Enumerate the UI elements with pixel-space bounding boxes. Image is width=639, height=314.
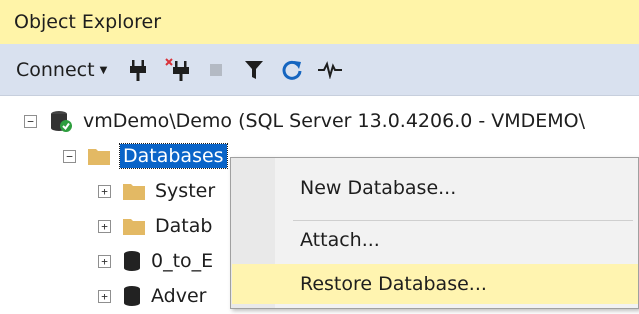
menu-item-restore-database[interactable]: Restore Database...	[232, 264, 638, 304]
menu-item-attach[interactable]: Attach...	[276, 220, 638, 260]
filter-icon[interactable]	[239, 55, 269, 85]
tree-node-server[interactable]: − vmDemo\Demo (SQL Server 13.0.4206.0 - …	[24, 103, 585, 139]
panel-title: Object Explorer	[14, 11, 162, 33]
object-explorer-toolbar: Connect ▼	[0, 44, 639, 96]
tree-node-label: Adver	[151, 285, 207, 307]
tree-node-label: 0_to_E	[151, 250, 214, 272]
tree-node-child[interactable]: + Datab	[98, 208, 212, 244]
tree-node-label: Syster	[155, 180, 216, 202]
tree-node-label: Datab	[155, 215, 213, 237]
expand-toggle[interactable]: +	[98, 219, 111, 233]
collapse-toggle[interactable]: −	[24, 114, 37, 128]
expand-toggle[interactable]: +	[98, 184, 111, 198]
refresh-icon[interactable]	[277, 55, 307, 85]
chevron-down-icon: ▼	[99, 65, 108, 76]
databases-context-menu: New Database... Attach... Restore Databa…	[230, 157, 639, 309]
expand-toggle[interactable]: +	[98, 254, 111, 268]
object-explorer-titlebar: Object Explorer	[0, 0, 639, 44]
tree-node-child[interactable]: + 0_to_E	[98, 243, 213, 279]
folder-icon	[123, 217, 145, 235]
connect-label: Connect	[16, 58, 95, 81]
menu-item-new-database[interactable]: New Database...	[276, 168, 638, 208]
server-icon	[49, 109, 73, 133]
server-node-label: vmDemo\Demo (SQL Server 13.0.4206.0 - VM…	[83, 110, 586, 132]
tree-node-databases[interactable]: − Databases	[63, 138, 228, 174]
database-icon	[123, 250, 141, 272]
connect-dropdown-button[interactable]: Connect ▼	[16, 59, 107, 81]
connect-plug-icon[interactable]	[123, 55, 153, 85]
folder-icon	[88, 147, 110, 165]
activity-monitor-icon[interactable]	[315, 55, 345, 85]
folder-icon	[123, 182, 145, 200]
collapse-toggle[interactable]: −	[63, 149, 76, 163]
disconnect-plug-icon[interactable]	[163, 55, 193, 85]
stop-icon[interactable]	[201, 55, 231, 85]
databases-node-label: Databases	[119, 143, 228, 169]
database-icon	[123, 285, 141, 307]
expand-toggle[interactable]: +	[98, 289, 111, 303]
tree-node-child[interactable]: + Syster	[98, 173, 215, 209]
